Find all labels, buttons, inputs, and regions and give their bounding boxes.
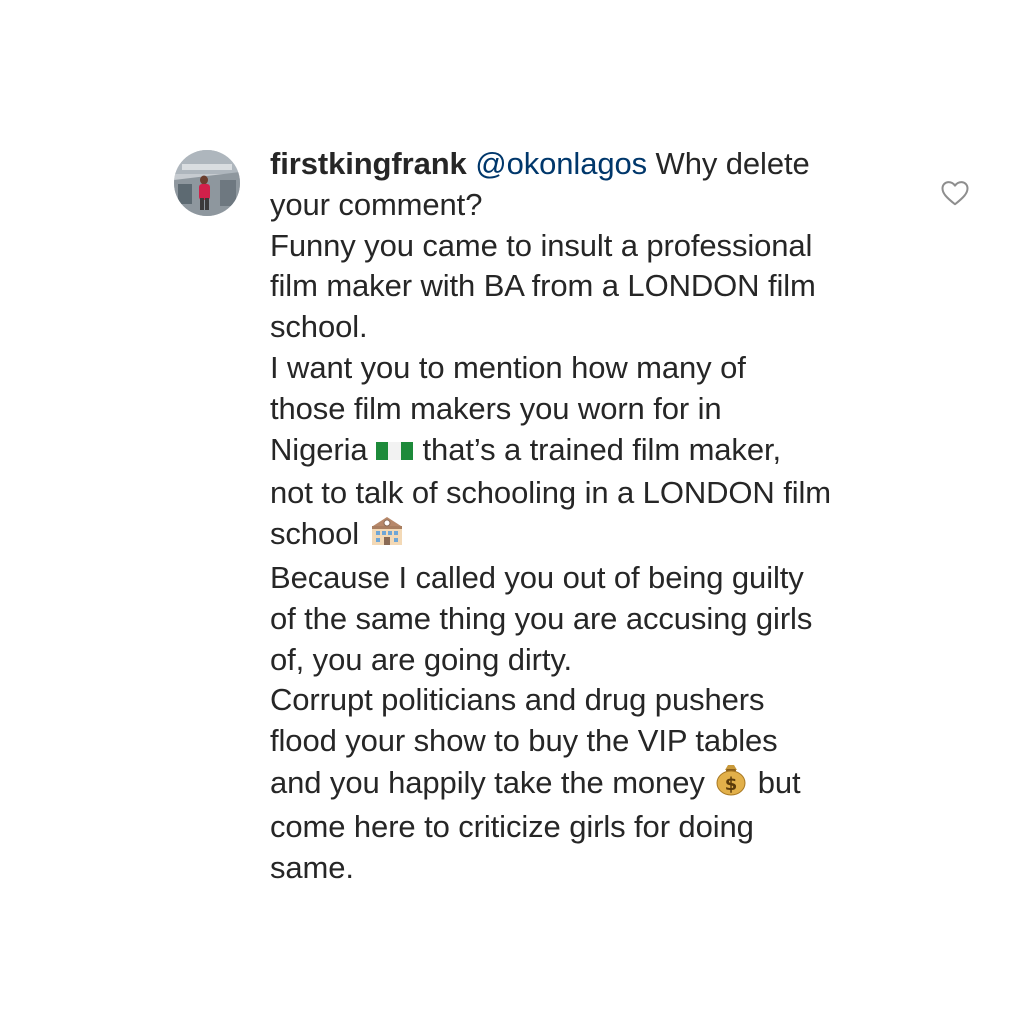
comment-line: Funny you came to insult a professional — [270, 227, 813, 263]
like-heart-icon[interactable] — [940, 178, 970, 208]
comment-line: Because I called you out of being guilty — [270, 559, 804, 595]
comment-text-segment: Nigeria — [270, 431, 368, 467]
comment-text-segment: but — [749, 764, 801, 800]
comment-line: same. — [270, 849, 354, 885]
comment-text-segment: school — [270, 516, 360, 552]
comment-line: and you happily take the money $ but — [270, 762, 910, 807]
comment-text-segment: that’s a trained film maker, — [414, 431, 782, 467]
comment-line: firstkingfrank @okonlagos Why delete — [270, 144, 910, 185]
comment-line: film maker with BA from a LONDON film — [270, 268, 816, 304]
comment-line: those film makers you worn for in — [270, 390, 722, 426]
comment-username[interactable]: firstkingfrank — [270, 146, 467, 181]
comment-line: I want you to mention how many of — [270, 349, 746, 385]
money-bag-icon: $ — [713, 762, 749, 807]
school-icon — [368, 515, 406, 558]
avatar-photo — [174, 150, 240, 216]
comment-mention-link[interactable]: @okonlagos — [475, 146, 647, 181]
comment-body: firstkingfrank @okonlagos Why delete you… — [270, 144, 910, 888]
user-avatar[interactable] — [174, 150, 240, 216]
comment-line: school. — [270, 309, 368, 345]
svg-text:$: $ — [725, 774, 737, 795]
comment-line: come here to criticize girls for doing — [270, 808, 754, 844]
comment-text-segment: and you happily take the money — [270, 764, 705, 800]
comment-line: of the same thing you are accusing girls — [270, 600, 813, 636]
comment-line: your comment? — [270, 186, 483, 222]
comment-line: flood your show to buy the VIP tables — [270, 723, 778, 759]
comment-line: school — [270, 514, 910, 558]
comment-text-segment: Why delete — [647, 146, 810, 181]
comment-line: not to talk of schooling in a LONDON fil… — [270, 475, 832, 511]
comment-line: Nigeria that’s a trained film maker, — [270, 430, 910, 474]
comment-line: Corrupt politicians and drug pushers — [270, 682, 765, 718]
nigeria-flag-icon — [376, 433, 414, 474]
comment-line: of, you are going dirty. — [270, 641, 573, 677]
